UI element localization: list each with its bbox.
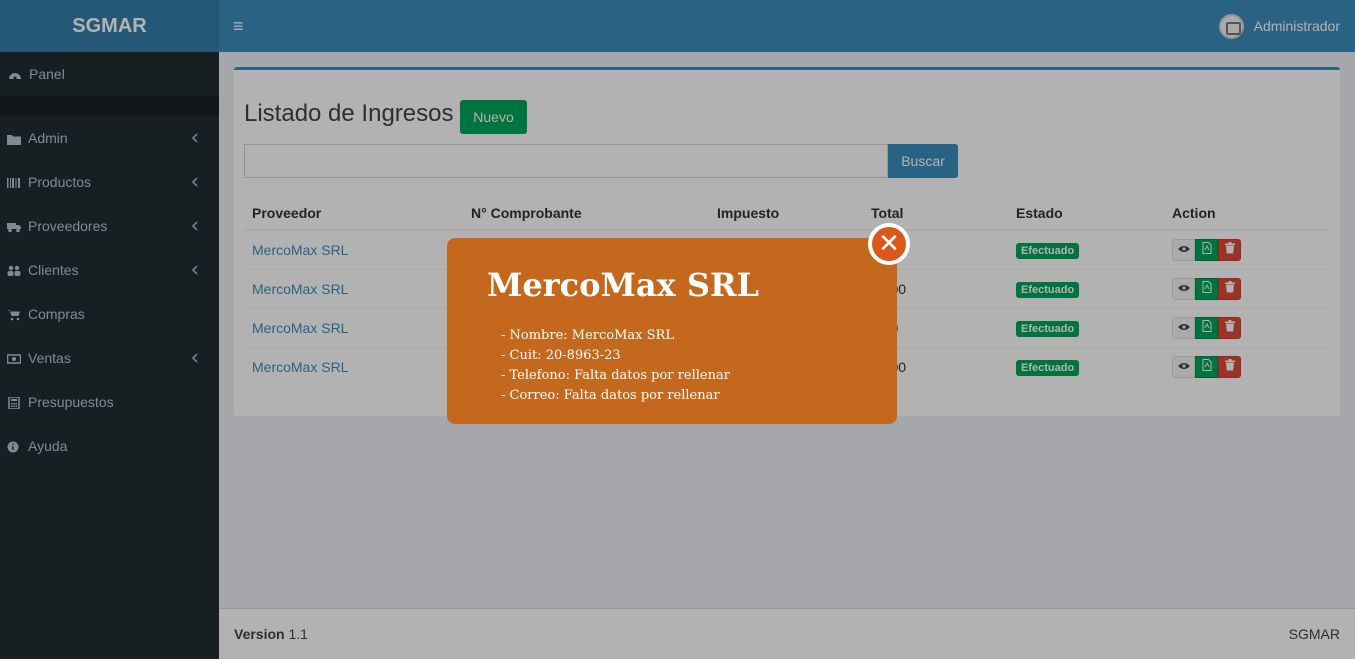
modal-detail-item: - Nombre: MercoMax SRL <box>501 328 674 343</box>
close-icon: ✕ <box>872 227 906 261</box>
modal-detail-item: - Correo: Falta datos por rellenar <box>501 388 720 403</box>
modal-detail-item: - Cuit: 20-8963-23 <box>501 348 621 363</box>
modal-details: - Nombre: MercoMax SRL - Cuit: 20-8963-23… <box>501 326 730 406</box>
modal-detail-item: - Telefono: Falta datos por rellenar <box>501 368 730 383</box>
provider-modal: MercoMax SRL - Nombre: MercoMax SRL - Cui… <box>447 238 897 424</box>
close-modal-button[interactable]: ✕ <box>868 223 910 265</box>
modal-title: MercoMax SRL <box>487 266 760 304</box>
